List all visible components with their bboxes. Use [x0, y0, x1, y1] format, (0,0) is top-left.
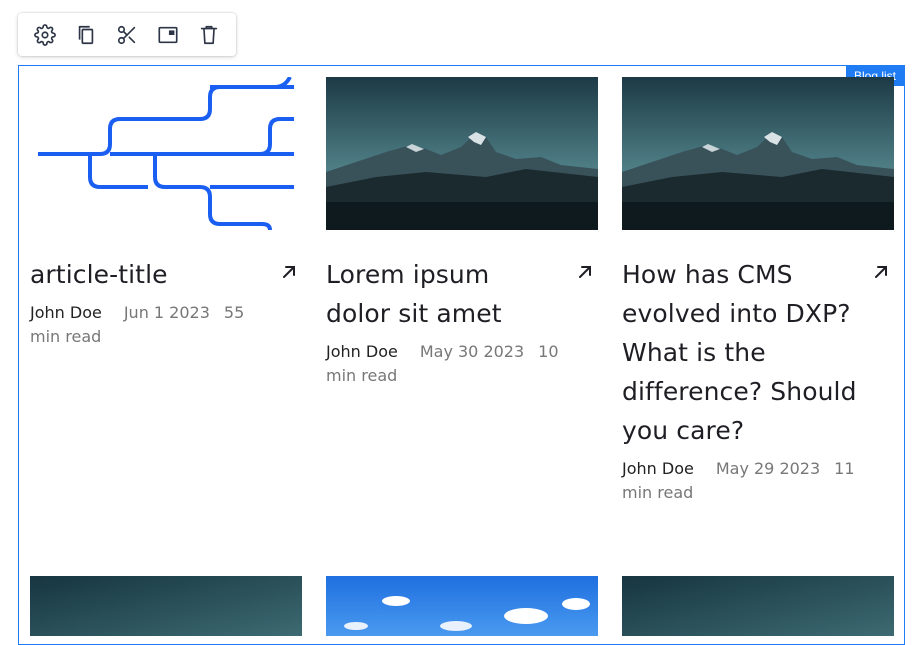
card-date: May 30 2023 [419, 342, 525, 361]
cut-button[interactable] [111, 19, 143, 51]
arrow-up-right-icon[interactable] [872, 263, 890, 281]
blog-card-image-teal[interactable] [30, 576, 302, 636]
card-meta: John Doe May 29 2023 11 min read [622, 457, 862, 505]
copy-icon [78, 25, 94, 44]
card-image-mountain[interactable] [326, 77, 598, 230]
card-image-pipeline[interactable] [30, 77, 302, 230]
card-meta: John Doe May 30 2023 10 min read [326, 340, 566, 388]
card-author: John Doe [326, 342, 398, 361]
blog-card[interactable]: article-title John Doe Jun 1 2023 55 min r… [30, 77, 302, 349]
delete-button[interactable] [193, 19, 225, 51]
card-date: Jun 1 2023 [123, 303, 210, 322]
blog-list-block[interactable]: Blog list article-title John Doe Jun 1 2… [18, 65, 905, 645]
layout-button[interactable] [152, 19, 184, 51]
card-author: John Doe [622, 459, 694, 478]
duplicate-button[interactable] [70, 19, 102, 51]
card-author: John Doe [30, 303, 102, 322]
arrow-up-right-icon[interactable] [576, 263, 594, 281]
card-title[interactable]: article-title [30, 255, 265, 294]
scissors-icon [117, 25, 136, 44]
card-image-mountain[interactable] [622, 77, 894, 230]
blue-sky-clouds-image [326, 576, 598, 636]
blog-card[interactable]: Lorem ipsum dolor sit amet John Doe May 3… [326, 77, 598, 388]
mountain-photo-image [622, 77, 894, 230]
card-title[interactable]: How has CMS evolved into DXP? What is th… [622, 255, 857, 450]
settings-button[interactable] [29, 19, 61, 51]
card-title[interactable]: Lorem ipsum dolor sit amet [326, 255, 561, 333]
card-date: May 29 2023 [715, 459, 821, 478]
window-icon [158, 26, 178, 43]
blog-card[interactable]: How has CMS evolved into DXP? What is th… [622, 77, 894, 505]
block-toolbar [18, 13, 236, 56]
gear-icon [33, 23, 56, 46]
card-meta: John Doe Jun 1 2023 55 min read [30, 301, 270, 349]
teal-gradient-image [622, 576, 894, 636]
trash-icon [201, 25, 218, 44]
blog-card-image-sky[interactable] [326, 576, 598, 636]
teal-gradient-image [30, 576, 302, 636]
blog-card-image-teal[interactable] [622, 576, 894, 636]
mountain-photo-image [326, 77, 598, 230]
arrow-up-right-icon[interactable] [280, 263, 298, 281]
pipeline-diagram-image [38, 77, 294, 230]
